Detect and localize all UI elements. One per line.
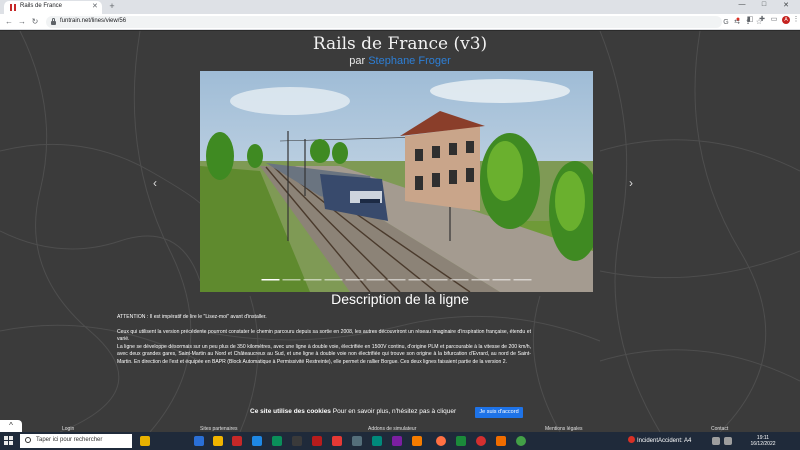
description-body: ATTENTION : Il est impératif de lire le … xyxy=(117,314,531,371)
carousel-indicator[interactable] xyxy=(345,279,364,281)
cookie-notice: Ce site utilise des cookies Pour en savo… xyxy=(250,408,456,415)
taskbar-app-icon[interactable] xyxy=(412,436,422,446)
description-paragraph: La ligne se développe désormais sur un p… xyxy=(117,343,531,365)
new-tab-button[interactable]: + xyxy=(107,2,117,12)
byline: par Stephane Froger xyxy=(0,55,800,67)
carousel-indicator[interactable] xyxy=(471,279,490,281)
taskbar-app-icon[interactable] xyxy=(372,436,382,446)
carousel-indicator[interactable] xyxy=(450,279,469,281)
cookie-notice-title: Ce site utilise des cookies xyxy=(250,408,331,415)
tray-notification[interactable]: IncidentAccident: A4 xyxy=(628,436,691,444)
search-icon xyxy=(25,437,31,443)
carousel-prev-button[interactable]: ‹ xyxy=(153,176,157,190)
scroll-top-button[interactable]: ^ xyxy=(0,420,22,432)
author-link[interactable]: Stephane Froger xyxy=(368,55,451,67)
carousel-indicator[interactable] xyxy=(513,279,532,281)
menu-kebab-icon[interactable]: ⋮ xyxy=(792,16,800,24)
taskbar-app-icon[interactable] xyxy=(194,436,204,446)
browser-tab-strip: Rails de France ✕ + — □ ✕ xyxy=(0,0,800,14)
carousel-indicator[interactable] xyxy=(492,279,511,281)
taskbar-app-icon[interactable] xyxy=(392,436,402,446)
taskbar-edge-icon[interactable] xyxy=(272,436,282,446)
taskbar-firefox-icon[interactable] xyxy=(436,436,446,446)
taskbar-opera-icon[interactable] xyxy=(476,436,486,446)
maximize-button[interactable]: □ xyxy=(754,1,774,8)
carousel-indicator[interactable] xyxy=(366,279,385,281)
windows-taskbar: Taper ici pour rechercher IncidentAccide… xyxy=(0,432,800,450)
taskbar-app-icon[interactable] xyxy=(332,436,342,446)
taskbar-folder-icon[interactable] xyxy=(213,436,223,446)
tray-notification-label: IncidentAccident: A4 xyxy=(637,438,692,444)
browser-toolbar: ← → ↻ funtrain.net/lines/view/56 G ⇆ ⇪ ☆… xyxy=(0,14,800,30)
taskbar-excel-icon[interactable] xyxy=(456,436,466,446)
reload-icon[interactable]: ↻ xyxy=(30,16,40,27)
extension-icons: ● ◧ ✚ ▭ A ⋮ xyxy=(730,15,800,29)
taskbar-clock[interactable]: 19:11 16/12/2022 xyxy=(746,435,780,447)
extension-icon[interactable]: ◧ xyxy=(746,16,754,24)
carousel-next-button[interactable]: › xyxy=(629,176,633,190)
volume-icon[interactable] xyxy=(724,437,732,445)
profile-avatar[interactable]: A xyxy=(782,16,790,24)
alert-icon xyxy=(628,436,635,443)
taskbar-app-icon[interactable] xyxy=(352,436,362,446)
taskbar-search-placeholder: Taper ici pour rechercher xyxy=(36,437,103,443)
warning-text: ATTENTION : Il est impératif de lire le … xyxy=(117,314,267,320)
google-lens-icon[interactable]: G xyxy=(722,19,730,27)
cookie-accept-button[interactable]: Je suis d'accord xyxy=(475,407,523,418)
tab-title: Rails de France xyxy=(20,3,63,9)
site-favicon-icon xyxy=(10,4,16,11)
taskbar-app-icon[interactable] xyxy=(292,436,302,446)
description-paragraph: Ceux qui utilisent la version précédente… xyxy=(117,328,531,343)
footer: Login Sites partenaires Addons de simula… xyxy=(0,425,800,432)
puzzle-extensions-icon[interactable]: ✚ xyxy=(758,16,766,24)
description-heading: Description de la ligne xyxy=(331,291,469,307)
carousel-indicator[interactable] xyxy=(429,279,448,281)
taskbar-app-icon[interactable] xyxy=(232,436,242,446)
carousel-indicator[interactable] xyxy=(408,279,427,281)
sidebar-icon[interactable]: ▭ xyxy=(770,16,778,24)
carousel-indicator[interactable] xyxy=(303,279,322,281)
address-bar[interactable]: funtrain.net/lines/view/56 G ⇆ ⇪ ☆ xyxy=(46,16,762,28)
taskbar-search[interactable]: Taper ici pour rechercher xyxy=(20,434,132,448)
back-arrow-icon[interactable]: ← xyxy=(4,16,14,27)
network-icon[interactable] xyxy=(712,437,720,445)
clock-date: 16/12/2022 xyxy=(750,441,776,447)
carousel-indicator[interactable] xyxy=(282,279,301,281)
tab-close-icon[interactable]: ✕ xyxy=(92,2,98,10)
taskbar-rails-icon[interactable] xyxy=(312,436,322,446)
byline-prefix: par xyxy=(349,55,366,67)
close-window-button[interactable]: ✕ xyxy=(776,1,796,9)
minimize-button[interactable]: — xyxy=(732,1,752,8)
taskbar-app-icon[interactable] xyxy=(496,436,506,446)
taskbar-chrome-icon[interactable] xyxy=(516,436,526,446)
carousel-indicator[interactable] xyxy=(261,279,280,281)
taskbar-app-icon[interactable] xyxy=(140,436,150,446)
carousel-indicator[interactable] xyxy=(387,279,406,281)
windows-start-icon[interactable] xyxy=(4,436,14,446)
carousel-image[interactable] xyxy=(200,71,593,292)
forward-arrow-icon[interactable]: → xyxy=(17,16,27,27)
window-controls: — □ ✕ xyxy=(730,1,800,13)
taskbar-app-icon[interactable] xyxy=(252,436,262,446)
carousel-indicator[interactable] xyxy=(324,279,343,281)
url-text[interactable]: funtrain.net/lines/view/56 xyxy=(60,18,126,24)
web-page: Rails de France (v3) par Stephane Froger xyxy=(0,31,800,432)
lock-icon[interactable] xyxy=(51,18,56,25)
cookie-notice-text[interactable]: Pour en savoir plus, n'hésitez pas à cli… xyxy=(333,408,456,415)
extension-red-icon[interactable]: ● xyxy=(734,16,742,24)
browser-tab[interactable]: Rails de France ✕ xyxy=(4,1,102,14)
page-title: Rails de France (v3) xyxy=(312,34,488,54)
